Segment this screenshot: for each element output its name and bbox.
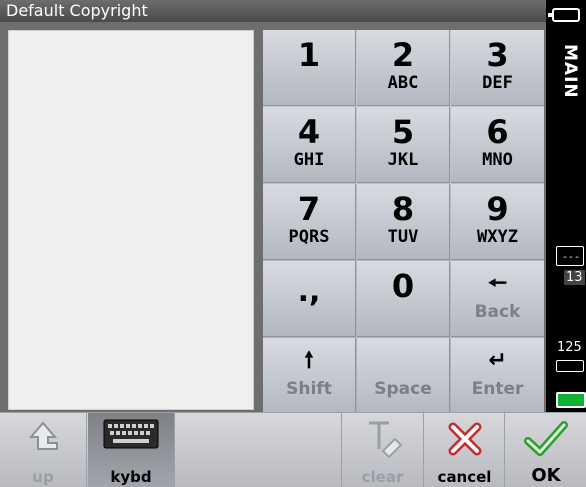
kybd-button[interactable]: kybd [88,413,175,487]
up-arrow-icon [28,421,58,450]
key-enter[interactable]: ↵ Enter [451,338,544,414]
key-9-digit: 9 [486,190,509,228]
clear-label: clear [361,468,404,486]
punctuation-label: ., [297,274,321,309]
key-4-digit: 4 [297,113,321,151]
key-0[interactable]: 0 [357,261,450,337]
cancel-button[interactable]: cancel [425,413,505,487]
key-7[interactable]: 7 PQRS [263,184,356,260]
key-5[interactable]: 5 JKL [357,107,450,183]
key-2[interactable]: 2 ABC [357,30,450,106]
key-5-digit: 5 [391,113,415,151]
space-label: Space [374,379,432,399]
shift-arrow-icon: 🠕 [304,348,314,373]
page-number: 13 [564,270,585,285]
key-3-letters: DEF [482,73,513,93]
key-3-digit: 3 [486,36,509,74]
key-space[interactable]: Space [357,338,450,414]
key-1-digit: 1 [297,36,321,74]
key-8-letters: TUV [387,227,419,247]
key-8[interactable]: 8 TUV [357,184,450,260]
key-6-letters: MNO [482,150,513,170]
cancel-label: cancel [437,468,492,486]
clear-button[interactable]: clear [341,413,424,487]
text-input-area[interactable] [8,30,254,410]
main-menu-label[interactable]: MAIN [552,44,580,114]
enter-arrow-icon: ↵ [488,348,507,373]
folder-text: --- [562,252,581,263]
key-punctuation[interactable]: ., [263,261,356,337]
kybd-label: kybd [110,468,152,486]
key-4-letters: GHI [293,150,325,170]
keyboard-icon [103,419,159,449]
key-9-letters: WXYZ [477,227,518,247]
numeric-keypad: 1 2 ABC 3 DEF 4 GHI 5 JKL 6 MNO 7 PQRS 8… [263,30,544,414]
enter-label: Enter [471,379,524,399]
back-label: Back [474,302,521,322]
key-6[interactable]: 6 MNO [451,107,544,183]
back-arrow-icon: 🠔 [487,271,508,296]
key-1[interactable]: 1 [263,30,356,106]
cancel-x-icon [448,422,481,456]
ok-button[interactable]: OK [506,413,586,487]
window-title: Default Copyright [0,0,546,22]
key-back[interactable]: 🠔 Back [451,261,544,337]
up-button[interactable]: up [0,413,87,487]
bottom-toolbar: up kybd clear cancel OK [0,412,586,487]
shift-label: Shift [286,379,332,399]
key-shift[interactable]: 🠕 Shift [263,338,356,414]
up-label: up [32,468,54,486]
key-3[interactable]: 3 DEF [451,30,544,106]
key-7-digit: 7 [297,190,321,228]
battery-icon [556,392,586,408]
device-icon [548,8,580,22]
counter-value: 125 [557,340,582,355]
key-4[interactable]: 4 GHI [263,107,356,183]
key-0-digit: 0 [391,267,415,305]
key-7-letters: PQRS [288,227,330,247]
key-6-digit: 6 [486,113,509,151]
memory-card-icon [556,360,584,372]
key-2-digit: 2 [391,36,415,74]
eraser-icon [368,421,402,459]
checkmark-icon [524,421,568,456]
key-9[interactable]: 9 WXYZ [451,184,544,260]
ok-label: OK [531,465,561,486]
key-8-digit: 8 [391,190,415,228]
key-5-letters: JKL [387,150,419,170]
key-2-letters: ABC [387,73,419,93]
